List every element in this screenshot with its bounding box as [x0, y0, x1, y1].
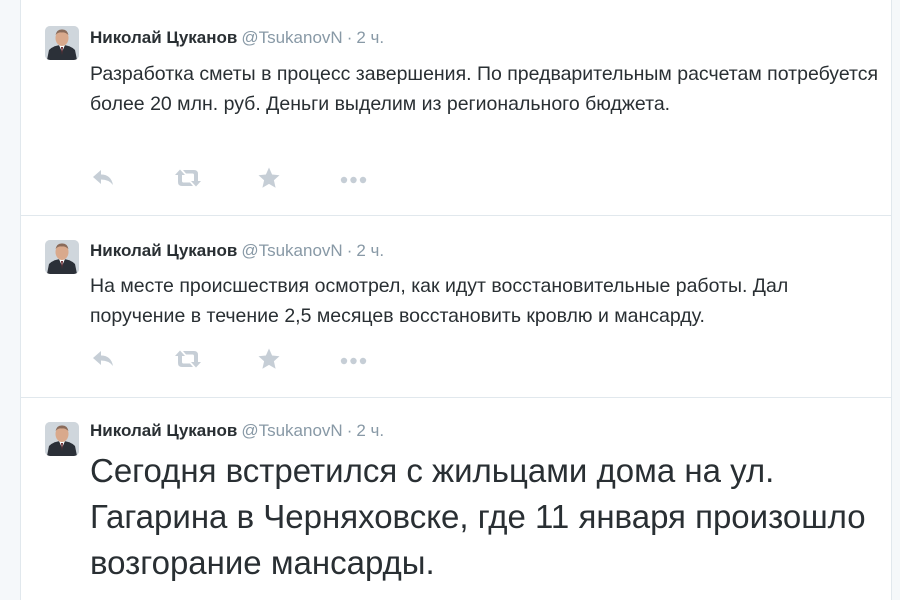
tweet[interactable]: Николай Цуканов @TsukanovN · 2 ч. Разработк…	[21, 0, 891, 216]
tweet-header: Николай Цуканов @TsukanovN · 2 ч.	[90, 240, 384, 262]
tweet-timestamp[interactable]: 2 ч.	[356, 28, 384, 47]
tweet-text: На месте происшествия осмотрел, как идут…	[90, 275, 789, 327]
tweet[interactable]: Николай Цуканов @TsukanovN · 2 ч. Сегодня в…	[21, 398, 891, 600]
tweet-timestamp[interactable]: 2 ч.	[356, 241, 384, 260]
favorite-star-icon[interactable]	[256, 166, 286, 190]
retweet-icon[interactable]	[173, 347, 203, 371]
tweet-text: Сегодня встретился с жильцами дома на ул…	[90, 452, 866, 581]
more-dots-icon[interactable]	[338, 347, 368, 371]
separator-dot: ·	[346, 241, 353, 260]
tweet-timeline: Николай Цуканов @TsukanovN · 2 ч. Разработк…	[20, 0, 892, 600]
avatar[interactable]	[45, 240, 79, 274]
author-username[interactable]: @TsukanovN	[241, 241, 342, 260]
tweet-header: Николай Цуканов @TsukanovN · 2 ч.	[90, 27, 384, 49]
avatar[interactable]	[45, 26, 79, 60]
tweet-header: Николай Цуканов @TsukanovN · 2 ч.	[90, 420, 384, 442]
separator-dot: ·	[346, 28, 353, 47]
tweet-text: Разработка сметы в процесс завершения. П…	[90, 63, 879, 115]
reply-icon[interactable]	[90, 347, 120, 371]
tweet-actions	[90, 166, 410, 190]
avatar[interactable]	[45, 422, 79, 456]
tweet-timestamp[interactable]: 2 ч.	[356, 421, 384, 440]
reply-icon[interactable]	[90, 166, 120, 190]
tweet-actions	[90, 347, 410, 371]
tweet[interactable]: Николай Цуканов @TsukanovN · 2 ч. На месте …	[21, 216, 891, 398]
separator-dot: ·	[346, 421, 353, 440]
author-fullname[interactable]: Николай Цуканов	[90, 421, 237, 440]
author-fullname[interactable]: Николай Цуканов	[90, 241, 237, 260]
favorite-star-icon[interactable]	[256, 347, 286, 371]
author-fullname[interactable]: Николай Цуканов	[90, 28, 237, 47]
retweet-icon[interactable]	[173, 166, 203, 190]
author-username[interactable]: @TsukanovN	[241, 28, 342, 47]
more-dots-icon[interactable]	[338, 166, 368, 190]
author-username[interactable]: @TsukanovN	[241, 421, 342, 440]
